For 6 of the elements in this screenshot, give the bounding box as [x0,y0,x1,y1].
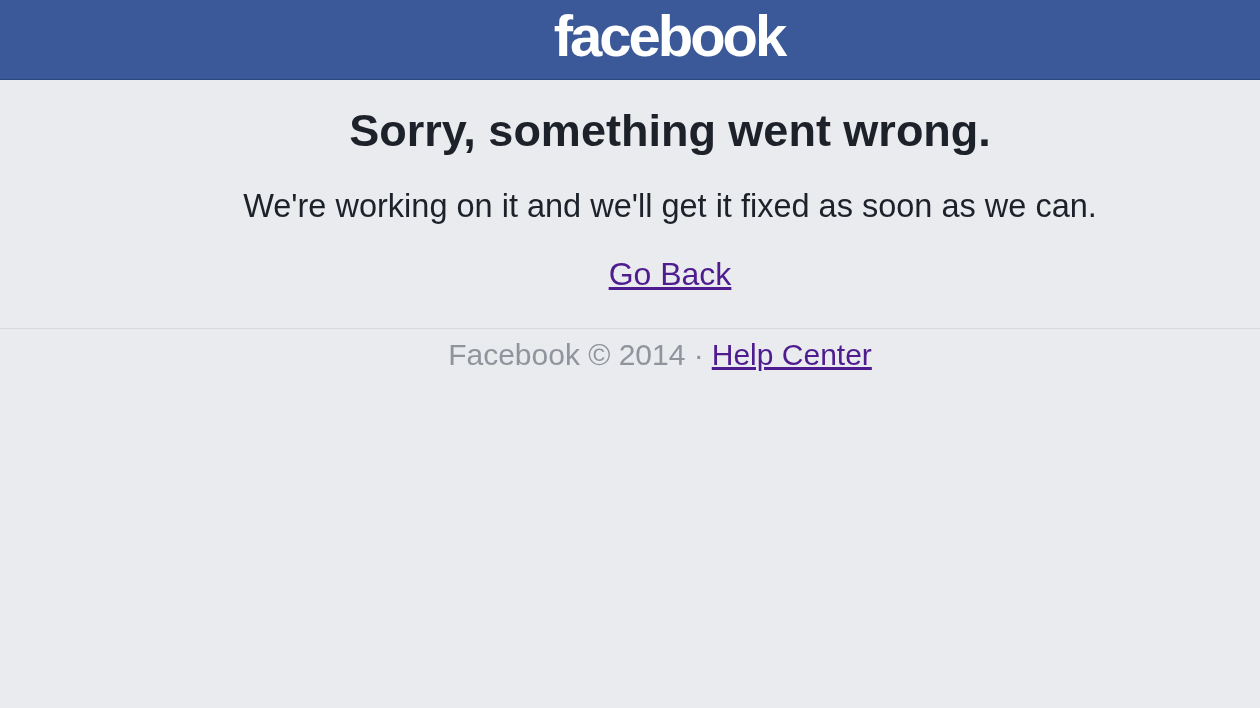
error-title: Sorry, something went wrong. [349,104,991,158]
error-message: We're working on it and we'll get it fixed as soon as we can. [243,187,1097,226]
copyright-text: Facebook © 2014 · [448,337,704,373]
logo: facebook [553,6,785,65]
go-back-link[interactable]: Go Back [608,254,732,294]
help-center-link[interactable]: Help Center [711,337,872,373]
